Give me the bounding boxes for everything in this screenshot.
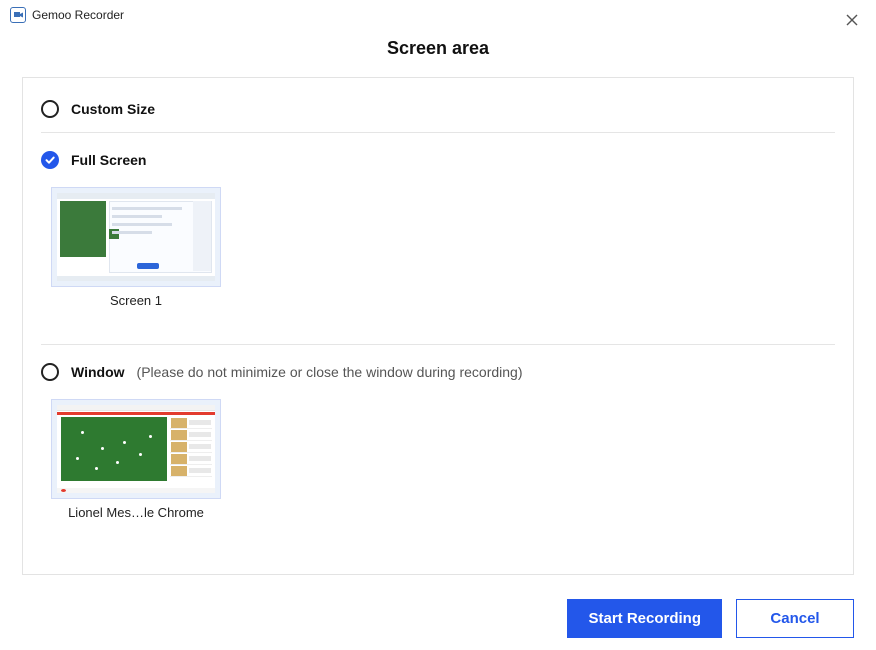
screen-1-caption: Screen 1 [51,293,221,308]
option-window-hint: (Please do not minimize or close the win… [137,364,523,380]
window-1-thumbnail[interactable] [51,399,221,499]
divider [41,344,835,345]
window-1-item: Lionel Mes…le Chrome [51,399,221,520]
close-icon [845,13,859,27]
screen-1-thumbnail[interactable] [51,187,221,287]
screen-1-preview [57,193,215,281]
option-full-screen[interactable]: Full Screen [41,143,835,177]
screen-1-item: Screen 1 [51,187,221,308]
check-icon [44,154,56,166]
radio-custom-size[interactable] [41,100,59,118]
close-button[interactable] [842,10,862,30]
option-window[interactable]: Window (Please do not minimize or close … [41,355,835,389]
titlebar: Gemoo Recorder [0,0,876,30]
radio-full-screen[interactable] [41,151,59,169]
option-full-screen-label: Full Screen [71,152,146,168]
screen-area-panel: Custom Size Full Screen [22,77,854,575]
window-thumbnails: Lionel Mes…le Chrome [51,399,835,520]
start-recording-button[interactable]: Start Recording [567,599,722,638]
app-title: Gemoo Recorder [32,8,124,22]
app-icon [10,7,26,23]
divider [41,132,835,133]
cancel-button[interactable]: Cancel [736,599,854,638]
window-1-caption: Lionel Mes…le Chrome [51,505,221,520]
radio-window[interactable] [41,363,59,381]
option-custom-size[interactable]: Custom Size [41,92,835,126]
fullscreen-thumbnails: Screen 1 [51,187,835,308]
page-heading: Screen area [0,38,876,59]
footer-buttons: Start Recording Cancel [567,599,854,638]
window-1-preview [57,405,215,493]
option-window-label: Window [71,364,125,380]
option-custom-size-label: Custom Size [71,101,155,117]
